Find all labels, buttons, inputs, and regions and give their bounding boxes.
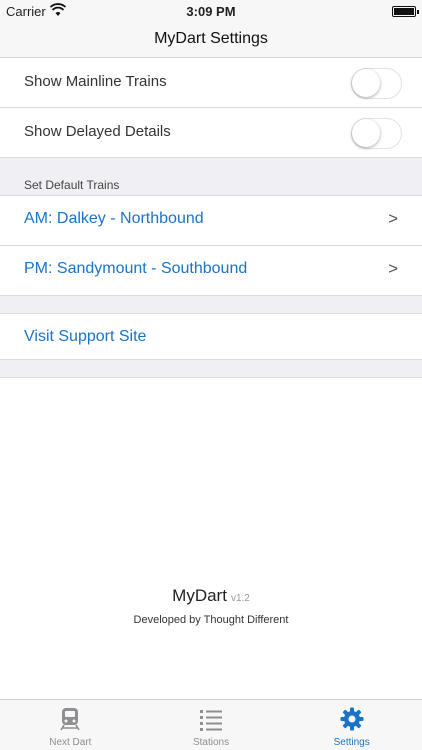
toggle-knob (352, 69, 380, 97)
delayed-toggle[interactable] (351, 118, 402, 149)
tab-settings[interactable]: Settings (281, 700, 422, 750)
chevron-right-icon: > (388, 259, 398, 278)
default-train-label: PM: Sandymount - Southbound (24, 260, 248, 277)
setting-label: Show Delayed Details (24, 123, 171, 140)
tab-label: Next Dart (49, 737, 92, 748)
mainline-toggle[interactable] (351, 68, 402, 99)
app-name: MyDart (172, 586, 227, 605)
gear-icon (340, 707, 364, 731)
battery-icon (392, 6, 419, 17)
default-train-label: AM: Dalkey - Northbound (24, 210, 204, 227)
tab-bar: Next Dart Stations Settings (0, 699, 422, 750)
section-header-label: Set Default Trains (24, 178, 120, 192)
default-train-pm[interactable]: PM: Sandymount - Southbound > (0, 246, 422, 296)
list-icon (200, 710, 222, 731)
setting-label: Show Mainline Trains (24, 73, 167, 90)
page-title: MyDart Settings (154, 30, 268, 47)
support-site-link[interactable]: Visit Support Site (24, 328, 146, 346)
tab-label: Settings (333, 737, 370, 748)
tab-next-dart[interactable]: Next Dart (0, 700, 141, 750)
tab-stations[interactable]: Stations (141, 700, 282, 750)
section-header: Set Default Trains (0, 158, 422, 196)
clock: 3:09 PM (186, 4, 236, 19)
section-spacer (0, 296, 422, 314)
setting-row-mainline: Show Mainline Trains (0, 58, 422, 108)
support-site-row[interactable]: Visit Support Site (0, 314, 422, 360)
chevron-right-icon: > (388, 209, 398, 228)
section-spacer (0, 360, 422, 378)
setting-row-delayed: Show Delayed Details (0, 108, 422, 158)
app-footer: MyDart v1.2 Developed by Thought Differen… (0, 586, 422, 626)
train-icon (60, 708, 81, 731)
app-version: v1.2 (230, 593, 250, 604)
developer-credit: Developed by Thought Different (133, 614, 289, 626)
toggle-knob (352, 119, 380, 147)
status-bar: Carrier 3:09 PM (0, 0, 422, 22)
navigation-bar: MyDart Settings (0, 22, 422, 58)
tab-label: Stations (192, 737, 230, 748)
default-train-am[interactable]: AM: Dalkey - Northbound > (0, 196, 422, 246)
